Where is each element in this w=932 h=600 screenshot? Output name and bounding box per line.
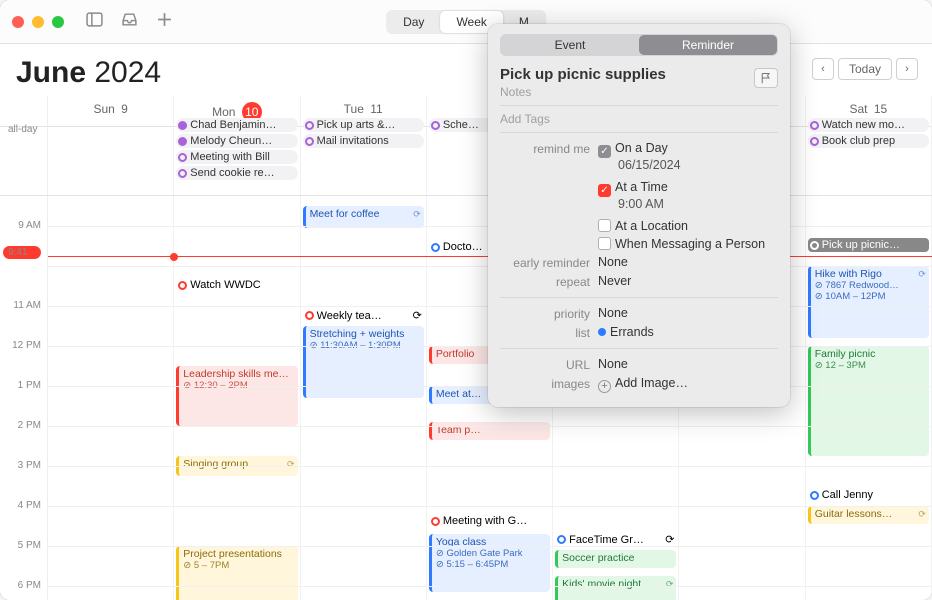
reminder-call-jenny[interactable]: Call Jenny bbox=[808, 488, 929, 502]
repeat-icon: ⟳ bbox=[287, 459, 295, 470]
url-value[interactable]: None bbox=[598, 357, 778, 371]
maximize-icon[interactable] bbox=[52, 16, 64, 28]
event-kids-movie[interactable]: Kids' movie night⟳ bbox=[555, 576, 676, 600]
repeat-icon: ⟳ bbox=[413, 209, 421, 220]
allday-item[interactable]: Mail invitations bbox=[303, 134, 424, 148]
view-day[interactable]: Day bbox=[387, 11, 440, 33]
event-hike[interactable]: Hike with Rigo⊘ 7867 Redwood…⊘ 10AM – 12… bbox=[808, 266, 929, 338]
event-project-presentations[interactable]: Project presentations⊘ 5 – 7PM bbox=[176, 546, 297, 600]
popover-title[interactable]: Pick up picnic supplies bbox=[500, 66, 778, 83]
list-label: list bbox=[500, 325, 590, 340]
add-icon[interactable] bbox=[156, 11, 173, 33]
next-week-button[interactable]: › bbox=[896, 58, 918, 80]
event-family-picnic[interactable]: Family picnic⊘ 12 – 3PM bbox=[808, 346, 929, 456]
allday-row: all-day Chad Benjamin… Melody Cheun… Mee… bbox=[0, 116, 932, 196]
when-messaging-option[interactable]: When Messaging a Person bbox=[598, 237, 778, 251]
allday-tue[interactable]: Pick up arts &… Mail invitations bbox=[301, 116, 427, 195]
allday-section-label: all-day bbox=[0, 116, 48, 195]
reminder-wwdc[interactable]: Watch WWDC bbox=[176, 278, 297, 292]
allday-item[interactable]: Meeting with Bill bbox=[176, 150, 297, 164]
allday-mon[interactable]: Chad Benjamin… Melody Cheun… Meeting wit… bbox=[174, 116, 300, 195]
list-value[interactable]: Errands bbox=[598, 325, 778, 339]
event-soccer[interactable]: Soccer practice bbox=[555, 550, 676, 568]
tab-event[interactable]: Event bbox=[501, 35, 639, 55]
calendar-window: Day Week M June 2024 ‹ Today › Sun 9 Mon… bbox=[0, 0, 932, 600]
repeat-icon: ⟳ bbox=[665, 533, 674, 546]
repeat-value[interactable]: Never bbox=[598, 274, 778, 288]
priority-value[interactable]: None bbox=[598, 306, 778, 320]
allday-item[interactable]: Book club prep bbox=[808, 134, 929, 148]
titlebar: Day Week M bbox=[0, 0, 932, 44]
repeat-icon: ⟳ bbox=[413, 309, 422, 322]
flag-button[interactable] bbox=[754, 68, 778, 88]
reminder-meeting-g[interactable]: Meeting with G… bbox=[429, 514, 550, 528]
event-guitar[interactable]: Guitar lessons…⟳ bbox=[808, 506, 929, 524]
early-reminder-value[interactable]: None bbox=[598, 255, 778, 269]
popover-tabs[interactable]: Event Reminder bbox=[500, 34, 778, 56]
allday-sun[interactable] bbox=[48, 116, 174, 195]
reminder-pickup-selected[interactable]: Pick up picnic… bbox=[808, 238, 929, 252]
url-label: URL bbox=[500, 357, 590, 372]
plus-icon: + bbox=[598, 380, 611, 393]
reminder-popover: Event Reminder Pick up picnic supplies N… bbox=[488, 24, 790, 407]
images-label: images bbox=[500, 376, 590, 391]
allday-item[interactable]: Pick up arts &… bbox=[303, 118, 424, 132]
repeat-icon: ⟳ bbox=[918, 269, 926, 280]
list-color-dot-icon bbox=[598, 328, 606, 336]
repeat-icon: ⟳ bbox=[666, 579, 674, 590]
tab-reminder[interactable]: Reminder bbox=[639, 35, 777, 55]
event-stretching[interactable]: Stretching + weights⊘ 11:30AM – 1:30PM bbox=[303, 326, 424, 398]
at-a-time-option[interactable]: ✓At a Time bbox=[598, 180, 778, 197]
prev-week-button[interactable]: ‹ bbox=[812, 58, 834, 80]
on-a-day-option[interactable]: ✓On a Day bbox=[598, 141, 778, 158]
early-reminder-label: early reminder bbox=[500, 255, 590, 270]
allday-item[interactable]: Watch new mo… bbox=[808, 118, 929, 132]
allday-item[interactable]: Send cookie re… bbox=[176, 166, 297, 180]
event-team-p[interactable]: Team p… bbox=[429, 422, 550, 440]
allday-item[interactable]: Melody Cheun… bbox=[176, 134, 297, 148]
time-gutter: 9 AM 9:41 11 AM 12 PM 1 PM 2 PM 3 PM 4 P… bbox=[0, 196, 48, 600]
today-button[interactable]: Today bbox=[838, 58, 892, 80]
inbox-icon[interactable] bbox=[121, 11, 138, 33]
notes-field[interactable]: Notes bbox=[500, 85, 778, 99]
remind-time[interactable]: 9:00 AM bbox=[598, 197, 778, 211]
window-controls bbox=[12, 16, 64, 28]
allday-sat[interactable]: Watch new mo… Book club prep bbox=[806, 116, 932, 195]
minimize-icon[interactable] bbox=[32, 16, 44, 28]
event-leadership[interactable]: Leadership skills meeting⊘ 12:30 – 2PM bbox=[176, 366, 297, 426]
event-coffee[interactable]: Meet for coffee⟳ bbox=[303, 206, 424, 228]
sidebar-icon[interactable] bbox=[86, 11, 103, 33]
now-indicator-badge: 9:41 bbox=[3, 246, 41, 259]
remind-me-label: remind me bbox=[500, 141, 590, 156]
priority-label: priority bbox=[500, 306, 590, 321]
at-location-option[interactable]: At a Location bbox=[598, 219, 778, 233]
tags-field[interactable]: Add Tags bbox=[500, 112, 778, 126]
add-image-button[interactable]: +Add Image… bbox=[598, 376, 778, 393]
remind-date[interactable]: 06/15/2024 bbox=[598, 158, 778, 172]
repeat-icon: ⟳ bbox=[918, 509, 926, 520]
now-dot-icon bbox=[170, 253, 178, 261]
allday-item[interactable]: Chad Benjamin… bbox=[176, 118, 297, 132]
month-title: June 2024 bbox=[16, 56, 161, 90]
reminder-weekly-tea[interactable]: Weekly tea…⟳ bbox=[303, 308, 424, 323]
close-icon[interactable] bbox=[12, 16, 24, 28]
event-yoga[interactable]: Yoga class⊘ Golden Gate Park⊘ 5:15 – 6:4… bbox=[429, 534, 550, 592]
repeat-label: repeat bbox=[500, 274, 590, 289]
reminder-facetime[interactable]: FaceTime Gr…⟳ bbox=[555, 532, 676, 547]
